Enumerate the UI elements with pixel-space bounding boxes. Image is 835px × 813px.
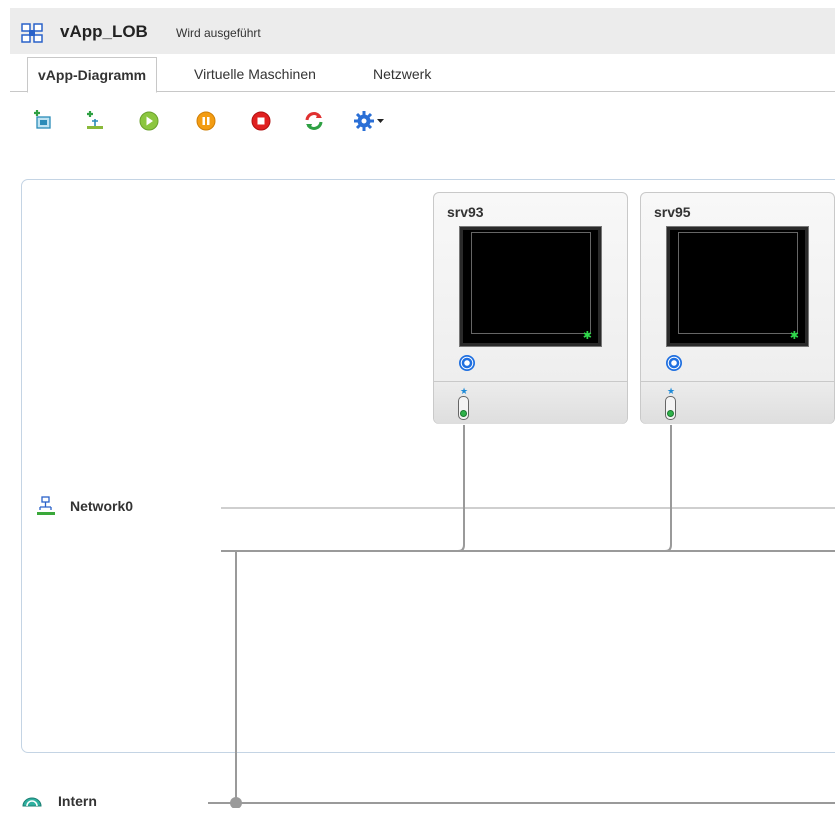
- vmware-tools-icon: [666, 355, 682, 371]
- powered-on-icon: ✱: [789, 330, 799, 342]
- tab-vapp-diagram[interactable]: vApp-Diagramm: [27, 57, 158, 93]
- network-label-intern[interactable]: Intern: [58, 793, 97, 809]
- vmware-tools-icon: [459, 355, 475, 371]
- powered-on-icon: ✱: [582, 330, 592, 342]
- vm-card-srv95[interactable]: srv95 ✱ ★: [640, 192, 835, 424]
- nic-connector-icon[interactable]: [458, 396, 469, 420]
- vapp-network-icon: [36, 496, 56, 521]
- vm-name: srv93: [447, 204, 484, 220]
- nic-connector-icon[interactable]: [665, 396, 676, 420]
- vm-nic-area: ★: [641, 381, 834, 424]
- vm-console-thumbnail[interactable]: ✱: [666, 226, 809, 347]
- org-network-icon: [21, 792, 43, 813]
- vm-card-srv93[interactable]: srv93 ✱ ★: [433, 192, 628, 424]
- vm-console-thumbnail[interactable]: ✱: [459, 226, 602, 347]
- network-label-network0[interactable]: Network0: [70, 498, 133, 514]
- vm-name: srv95: [654, 204, 691, 220]
- vm-nic-area: ★: [434, 381, 627, 424]
